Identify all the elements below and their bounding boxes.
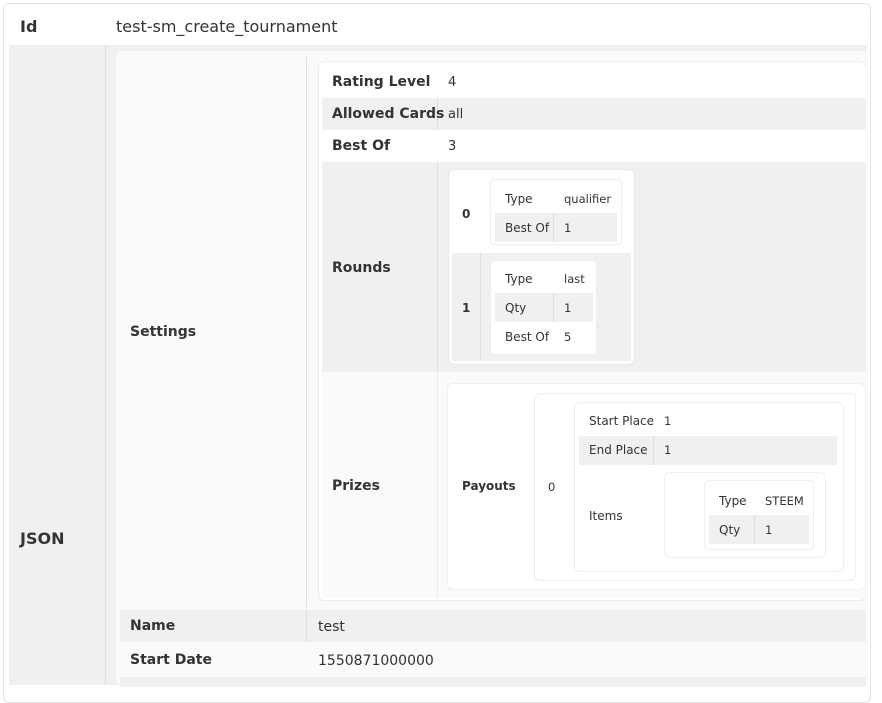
best-of-row: Best Of 3 (322, 130, 866, 162)
round-1-qty-label: Qty (505, 301, 527, 315)
payouts-label: Payouts (462, 479, 516, 493)
rating-level-label: Rating Level (332, 74, 431, 90)
round-0-index: 0 (462, 207, 471, 221)
best-of-value: 3 (448, 139, 457, 154)
round-1-best-of-value: 5 (564, 330, 572, 344)
start-place-value: 1 (664, 414, 672, 428)
end-place-row: End Place 1 (579, 436, 837, 465)
rounds-label: Rounds (332, 260, 391, 276)
round-1-type-label: Type (505, 272, 533, 286)
round-1-best-of-row: Best Of 5 (495, 322, 593, 351)
round-1-index: 1 (462, 301, 471, 315)
round-0-type-label: Type (505, 192, 533, 206)
id-label: Id (20, 17, 38, 36)
round-1-qty-row: Qty 1 (495, 293, 593, 322)
item-type-label: Type (719, 494, 747, 508)
json-label: JSON (20, 529, 65, 548)
rating-level-value: 4 (448, 75, 457, 90)
items-label: Items (589, 509, 623, 523)
next-row (120, 677, 866, 687)
name-value: test (318, 619, 345, 635)
end-place-value: 1 (664, 443, 672, 457)
item-type-value: STEEM (765, 494, 804, 508)
rating-level-row: Rating Level 4 (322, 66, 866, 98)
start-date-value: 1550871000000 (318, 653, 434, 669)
start-date-label: Start Date (130, 652, 212, 668)
round-1-qty-value: 1 (564, 301, 572, 315)
name-label: Name (130, 618, 176, 634)
prizes-label: Prizes (332, 478, 380, 494)
round-1-type-row: Type last (495, 264, 593, 293)
start-place-row: Start Place 1 (579, 407, 837, 436)
round-0-best-of-value: 1 (564, 221, 572, 235)
round-0-type-value: qualifier (564, 192, 612, 206)
round-0-best-of-row: Best Of 1 (495, 213, 617, 242)
round-0-best-of-label: Best Of (505, 221, 550, 235)
start-date-row: Start Date 1550871000000 (120, 643, 866, 676)
name-row: Name test (120, 610, 866, 642)
item-type-row: Type STEEM (709, 486, 809, 515)
start-place-label: Start Place (589, 414, 655, 428)
allowed-cards-row: Allowed Cards all (322, 98, 866, 130)
id-row: Id test-sm_create_tournament (4, 4, 870, 45)
item-qty-value: 1 (765, 523, 773, 537)
end-place-label: End Place (589, 443, 648, 457)
round-1-type-value: last (564, 272, 585, 286)
id-value: test-sm_create_tournament (116, 17, 338, 36)
round-0-type-row: Type qualifier (495, 184, 617, 213)
payouts-index: 0 (548, 480, 556, 494)
item-qty-label: Qty (719, 523, 741, 537)
round-1-best-of-label: Best Of (505, 330, 550, 344)
best-of-label: Best Of (332, 138, 391, 154)
allowed-cards-value: all (448, 107, 464, 122)
settings-label: Settings (130, 324, 197, 340)
item-qty-row: Qty 1 (709, 515, 809, 544)
allowed-cards-label: Allowed Cards (332, 106, 445, 122)
